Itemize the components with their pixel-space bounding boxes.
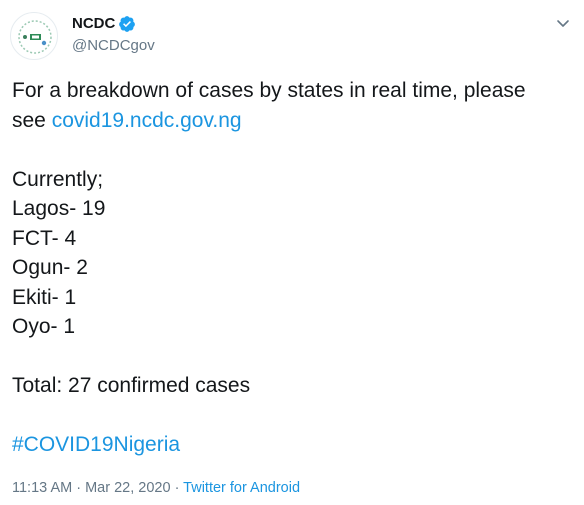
tweet-time[interactable]: 11:13 AM — [12, 480, 72, 496]
state-line: Ogun- 2 — [12, 256, 88, 279]
state-line: FCT- 4 — [12, 226, 77, 250]
tweet-meta: 11:13 AM · Mar 22, 2020 · Twitter for An… — [12, 478, 300, 498]
intro-link-line: see covid19.ncdc.gov.ng — [12, 106, 577, 136]
tweet-source[interactable]: Twitter for Android — [183, 480, 300, 496]
intro-line: For a breakdown of cases by states in re… — [12, 79, 526, 102]
state-line: Lagos- 19 — [12, 197, 106, 220]
tweet-card: NCDC @NCDCgov For a breakdown of cases b… — [0, 0, 584, 505]
author-handle[interactable]: @NCDCgov — [72, 36, 155, 56]
tweet-text: For a breakdown of cases by states in re… — [12, 76, 577, 460]
currently-label: Currently; — [12, 167, 104, 191]
state-line: Oyo- 1 — [12, 315, 76, 338]
state-line: Ekiti- 1 — [12, 285, 77, 309]
meta-separator: · — [72, 480, 86, 496]
tweet-date[interactable]: Mar 22, 2020 — [85, 480, 170, 496]
tweet-header: NCDC @NCDCgov — [10, 8, 574, 64]
cases-link[interactable]: covid19.ncdc.gov.ng — [52, 109, 242, 132]
avatar[interactable] — [10, 12, 58, 60]
ncdc-logo-avatar — [18, 20, 52, 54]
hashtag-link[interactable]: #COVID19Nigeria — [12, 430, 577, 460]
display-name[interactable]: NCDC — [72, 14, 115, 34]
total-line: Total: 27 confirmed cases — [12, 374, 251, 397]
meta-separator: · — [170, 480, 184, 496]
chevron-down-icon[interactable] — [554, 14, 572, 32]
intro-prefix: see — [12, 108, 52, 132]
author-names: NCDC @NCDCgov — [72, 14, 155, 56]
verified-badge-icon — [118, 15, 136, 33]
